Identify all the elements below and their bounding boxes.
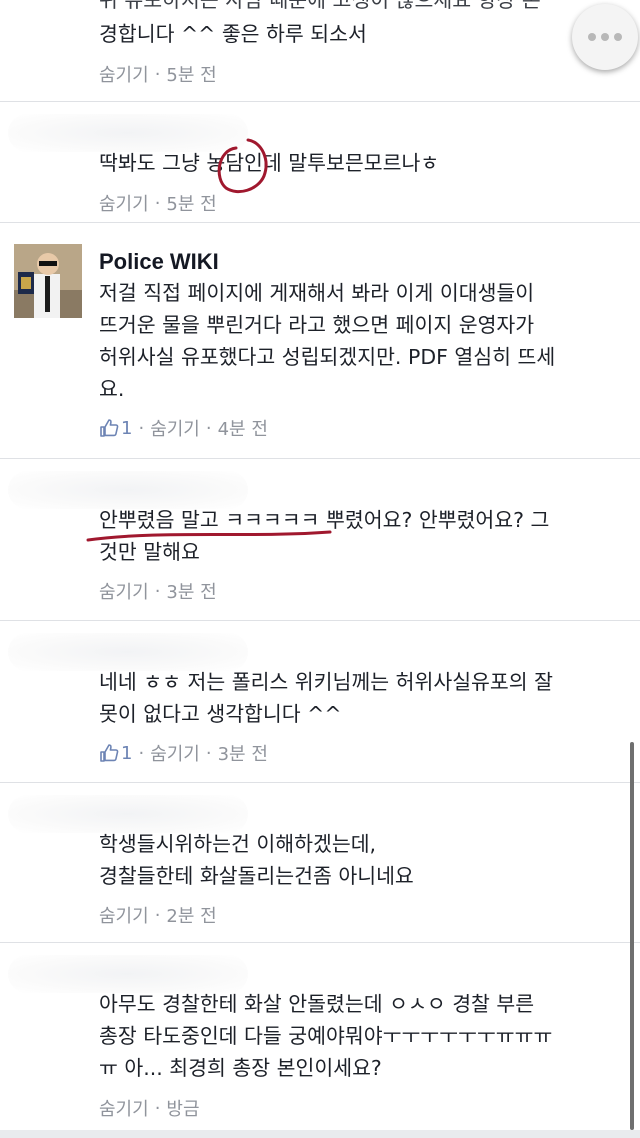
hide-button[interactable]: 숨기기 — [99, 578, 149, 604]
comment-item: 아무도 경찰한테 화살 안돌렸는데 ㅇㅅㅇ 경찰 부른 총장 타도중인데 다들 … — [0, 943, 640, 1130]
comment-item: Police WIKI 저걸 직접 페이지에 게재해서 봐라 이게 이대생들이 … — [0, 223, 640, 459]
thumbs-up-icon[interactable] — [99, 418, 119, 438]
comment-meta: 숨기기 · 5분 전 — [99, 190, 217, 216]
comment-text: 네네 ㅎㅎ 저는 폴리스 위키님께는 허위사실유포의 잘 못이 없다고 생각합니… — [99, 670, 554, 726]
comment-item: 네네 ㅎㅎ 저는 폴리스 위키님께는 허위사실유포의 잘 못이 없다고 생각합니… — [0, 621, 640, 783]
more-dot — [614, 33, 622, 41]
comment-feed: 위 유포하지는 사람 때문에 고생이 많으세요 항상 존 경합니다 ^^ 좋은 … — [0, 0, 640, 1138]
like-count: 1 — [121, 742, 133, 764]
comment-text: 안뿌렸음 말고 ㅋㅋㅋㅋㅋ 뿌렸어요? 안뿌렸어요? 그 것만 말해요 — [99, 508, 550, 564]
hide-button[interactable]: 숨기기 — [99, 1095, 149, 1121]
avatar-photo — [14, 244, 82, 318]
more-dot — [601, 33, 609, 41]
meta-separator: · — [154, 63, 161, 85]
meta-separator: · — [138, 742, 145, 764]
comment-item: 위 유포하지는 사람 때문에 고생이 많으세요 항상 존 경합니다 ^^ 좋은 … — [0, 0, 640, 102]
comment-item: 안뿌렸음 말고 ㅋㅋㅋㅋㅋ 뿌렸어요? 안뿌렸어요? 그 것만 말해요 숨기기 … — [0, 459, 640, 621]
comment-meta: 숨기기 · 3분 전 — [99, 578, 217, 604]
comment-meta: 숨기기 · 방금 — [99, 1095, 200, 1121]
comment-time: 4분 전 — [217, 419, 268, 440]
meta-separator: · — [205, 742, 212, 764]
comment-item: 딱봐도 그냥 농담인데 말투보믄모르나ㅎ 숨기기 · 5분 전 — [0, 102, 640, 223]
hide-button[interactable]: 숨기기 — [150, 740, 200, 766]
comment-text-cutoff: 위 유포하지는 사람 때문에 고생이 많으세요 항상 존 — [99, 0, 541, 12]
comment-text: 학생들시위하는건 이해하겠는데, 경찰들한테 화살돌리는건좀 아니네요 — [99, 832, 414, 888]
meta-separator: · — [154, 1097, 161, 1119]
comment-time: 방금 — [166, 1099, 200, 1120]
hide-button[interactable]: 숨기기 — [150, 415, 200, 441]
comment-item: 학생들시위하는건 이해하겠는데, 경찰들한테 화살돌리는건좀 아니네요 숨기기 … — [0, 783, 640, 943]
scrollbar[interactable] — [630, 742, 634, 1130]
more-options-icon[interactable] — [572, 4, 638, 70]
thumbs-up-icon[interactable] — [99, 743, 119, 763]
comment-meta: 1 · 숨기기 · 3분 전 — [99, 740, 268, 766]
meta-separator: · — [138, 417, 145, 439]
bottom-edge — [0, 1130, 640, 1138]
hide-button[interactable]: 숨기기 — [99, 190, 149, 216]
comment-time: 2분 전 — [166, 906, 217, 927]
meta-separator: · — [154, 580, 161, 602]
hide-button[interactable]: 숨기기 — [99, 902, 149, 928]
comment-meta: 1 · 숨기기 · 4분 전 — [99, 415, 268, 441]
comment-time: 3분 전 — [217, 744, 268, 765]
like-count: 1 — [121, 417, 133, 439]
meta-separator: · — [205, 417, 212, 439]
comment-time: 3분 전 — [166, 582, 217, 603]
comment-meta: 숨기기 · 5분 전 — [99, 61, 217, 87]
comment-text: 경합니다 ^^ 좋은 하루 되소서 — [99, 22, 367, 46]
comment-text: 저걸 직접 페이지에 게재해서 봐라 이게 이대생들이 뜨거운 물을 뿌린거다 … — [99, 281, 556, 401]
avatar[interactable] — [14, 244, 82, 318]
meta-separator: · — [154, 192, 161, 214]
more-dot — [588, 33, 596, 41]
comment-time: 5분 전 — [166, 194, 217, 215]
hide-button[interactable]: 숨기기 — [99, 61, 149, 87]
comment-time: 5분 전 — [166, 65, 217, 86]
comment-meta: 숨기기 · 2분 전 — [99, 902, 217, 928]
comment-text: 아무도 경찰한테 화살 안돌렸는데 ㅇㅅㅇ 경찰 부른 총장 타도중인데 다들 … — [99, 992, 553, 1080]
comment-text: 딱봐도 그냥 농담인데 말투보믄모르나ㅎ — [99, 151, 440, 175]
comment-author-name[interactable]: Police WIKI — [99, 249, 219, 275]
meta-separator: · — [154, 904, 161, 926]
